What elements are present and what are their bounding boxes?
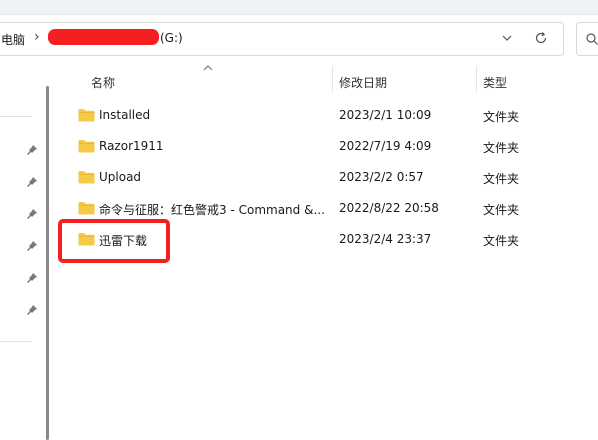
nav-scrollbar[interactable] <box>46 86 49 440</box>
nav-divider <box>0 116 32 117</box>
sort-ascending-icon <box>203 65 213 71</box>
file-date: 2022/7/19 4:09 <box>339 139 432 153</box>
pin-icon[interactable] <box>26 176 38 188</box>
refresh-icon[interactable] <box>533 30 549 46</box>
pin-icon[interactable] <box>26 144 38 156</box>
file-name: Installed <box>99 108 151 122</box>
file-name: Upload <box>99 170 142 184</box>
pin-icon[interactable] <box>26 272 38 284</box>
file-type: 文件夹 <box>483 141 520 155</box>
file-name: 命令与征服：红色警戒3 - Command &... <box>99 203 325 217</box>
file-date: 2023/2/1 10:09 <box>339 108 432 122</box>
breadcrumb-separator-icon[interactable]: › <box>34 29 40 45</box>
file-date: 2022/8/22 20:58 <box>339 201 439 215</box>
file-name: Razor1911 <box>99 139 164 153</box>
address-bar[interactable]: 电脑 › (G:) <box>0 22 564 56</box>
file-row[interactable]: Installed 2023/2/1 10:09 文件夹 <box>60 101 598 132</box>
file-type: 文件夹 <box>483 172 520 186</box>
folder-icon <box>78 202 95 215</box>
breadcrumb-drive[interactable]: (G:) <box>160 31 183 45</box>
file-date: 2023/2/4 23:37 <box>339 232 432 246</box>
nav-divider <box>0 341 32 342</box>
folder-icon <box>78 140 95 153</box>
column-header-name[interactable]: 名称 <box>91 74 115 91</box>
file-date: 2023/2/2 0:57 <box>339 170 424 184</box>
column-header-date[interactable]: 修改日期 <box>339 74 387 91</box>
folder-icon <box>78 171 95 184</box>
file-row[interactable]: Razor1911 2022/7/19 4:09 文件夹 <box>60 132 598 163</box>
file-type: 文件夹 <box>483 203 520 217</box>
file-type: 文件夹 <box>483 110 520 124</box>
pin-icon[interactable] <box>26 208 38 220</box>
pin-icon[interactable] <box>26 240 38 252</box>
column-divider[interactable] <box>332 66 333 92</box>
file-row[interactable]: Upload 2023/2/2 0:57 文件夹 <box>60 163 598 194</box>
search-input[interactable] <box>576 22 598 56</box>
annotation-highlight-box <box>58 219 170 263</box>
navigation-pane <box>0 58 46 440</box>
column-header-type[interactable]: 类型 <box>483 74 507 91</box>
search-icon <box>586 33 598 45</box>
window-top-band <box>0 0 598 15</box>
pin-icon[interactable] <box>26 304 38 316</box>
breadcrumb-this-pc[interactable]: 电脑 <box>1 31 25 48</box>
folder-icon <box>78 109 95 122</box>
column-divider[interactable] <box>476 66 477 92</box>
redaction-mark <box>48 29 159 45</box>
chevron-down-icon[interactable] <box>499 30 515 46</box>
file-type: 文件夹 <box>483 234 520 248</box>
